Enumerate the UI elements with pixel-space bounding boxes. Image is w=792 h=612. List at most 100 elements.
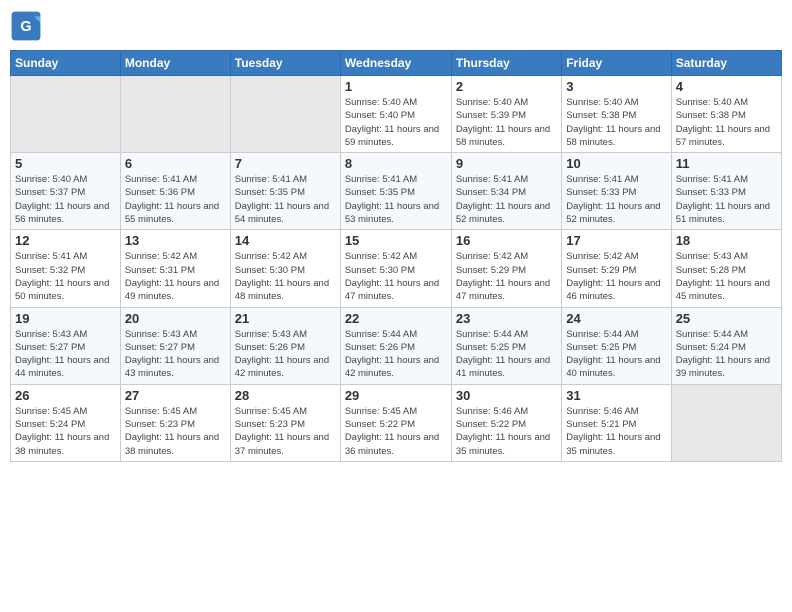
day-number: 22 <box>345 311 447 326</box>
calendar-cell: 27 Sunrise: 5:45 AM Sunset: 5:23 PM Dayli… <box>120 384 230 461</box>
day-number: 12 <box>15 233 116 248</box>
day-number: 27 <box>125 388 226 403</box>
calendar-cell: 23 Sunrise: 5:44 AM Sunset: 5:25 PM Dayli… <box>451 307 561 384</box>
calendar-cell: 5 Sunrise: 5:40 AM Sunset: 5:37 PM Daylig… <box>11 153 121 230</box>
day-number: 4 <box>676 79 777 94</box>
day-info: Sunrise: 5:45 AM Sunset: 5:23 PM Dayligh… <box>125 405 226 458</box>
logo-icon: G <box>10 10 42 42</box>
calendar-cell: 29Sunrise: 5:45 AM Sunset: 5:22 PM Dayli… <box>340 384 451 461</box>
day-number: 17 <box>566 233 666 248</box>
day-info: Sunrise: 5:40 AM Sunset: 5:37 PM Dayligh… <box>15 173 116 226</box>
day-info: Sunrise: 5:40 AM Sunset: 5:38 PM Dayligh… <box>676 96 777 149</box>
calendar-week-4: 19 Sunrise: 5:43 AM Sunset: 5:27 PM Dayli… <box>11 307 782 384</box>
day-number: 14 <box>235 233 336 248</box>
day-number: 1 <box>345 79 447 94</box>
calendar-table: SundayMondayTuesdayWednesdayThursdayFrid… <box>10 50 782 462</box>
day-number: 3 <box>566 79 666 94</box>
calendar-week-2: 5 Sunrise: 5:40 AM Sunset: 5:37 PM Daylig… <box>11 153 782 230</box>
day-number: 15 <box>345 233 447 248</box>
logo: G <box>10 10 46 42</box>
day-info: Sunrise: 5:40 AM Sunset: 5:39 PM Dayligh… <box>456 96 557 149</box>
day-info: Sunrise: 5:40 AM Sunset: 5:40 PM Dayligh… <box>345 96 447 149</box>
calendar-cell: 15 Sunrise: 5:42 AM Sunset: 5:30 PM Dayli… <box>340 230 451 307</box>
day-info: Sunrise: 5:43 AM Sunset: 5:26 PM Dayligh… <box>235 328 336 381</box>
calendar-header-monday: Monday <box>120 51 230 76</box>
calendar-cell <box>671 384 781 461</box>
calendar-week-5: 26 Sunrise: 5:45 AM Sunset: 5:24 PM Dayli… <box>11 384 782 461</box>
calendar-cell: 20 Sunrise: 5:43 AM Sunset: 5:27 PM Dayli… <box>120 307 230 384</box>
day-number: 19 <box>15 311 116 326</box>
header: G <box>10 10 782 42</box>
day-info: Sunrise: 5:43 AM Sunset: 5:27 PM Dayligh… <box>15 328 116 381</box>
day-number: 26 <box>15 388 116 403</box>
day-number: 6 <box>125 156 226 171</box>
day-number: 18 <box>676 233 777 248</box>
day-number: 5 <box>15 156 116 171</box>
day-info: Sunrise: 5:41 AM Sunset: 5:35 PM Dayligh… <box>345 173 447 226</box>
calendar-cell: 14 Sunrise: 5:42 AM Sunset: 5:30 PM Dayli… <box>230 230 340 307</box>
day-number: 13 <box>125 233 226 248</box>
calendar-cell <box>230 76 340 153</box>
calendar-cell: 31Sunrise: 5:46 AM Sunset: 5:21 PM Dayli… <box>562 384 671 461</box>
day-number: 16 <box>456 233 557 248</box>
day-info: Sunrise: 5:44 AM Sunset: 5:24 PM Dayligh… <box>676 328 777 381</box>
calendar-header-saturday: Saturday <box>671 51 781 76</box>
day-info: Sunrise: 5:41 AM Sunset: 5:36 PM Dayligh… <box>125 173 226 226</box>
day-info: Sunrise: 5:41 AM Sunset: 5:35 PM Dayligh… <box>235 173 336 226</box>
day-number: 10 <box>566 156 666 171</box>
calendar-cell: 19 Sunrise: 5:43 AM Sunset: 5:27 PM Dayli… <box>11 307 121 384</box>
day-info: Sunrise: 5:45 AM Sunset: 5:23 PM Dayligh… <box>235 405 336 458</box>
day-info: Sunrise: 5:44 AM Sunset: 5:26 PM Dayligh… <box>345 328 447 381</box>
day-number: 11 <box>676 156 777 171</box>
day-number: 2 <box>456 79 557 94</box>
calendar-cell: 13 Sunrise: 5:42 AM Sunset: 5:31 PM Dayli… <box>120 230 230 307</box>
day-info: Sunrise: 5:46 AM Sunset: 5:22 PM Dayligh… <box>456 405 557 458</box>
page: G SundayMondayTuesdayWednesdayThursdayFr… <box>0 0 792 612</box>
calendar-cell: 9Sunrise: 5:41 AM Sunset: 5:34 PM Daylig… <box>451 153 561 230</box>
day-info: Sunrise: 5:45 AM Sunset: 5:22 PM Dayligh… <box>345 405 447 458</box>
day-info: Sunrise: 5:42 AM Sunset: 5:30 PM Dayligh… <box>345 250 447 303</box>
calendar-cell: 11Sunrise: 5:41 AM Sunset: 5:33 PM Dayli… <box>671 153 781 230</box>
day-number: 28 <box>235 388 336 403</box>
day-info: Sunrise: 5:44 AM Sunset: 5:25 PM Dayligh… <box>456 328 557 381</box>
day-number: 30 <box>456 388 557 403</box>
calendar-cell: 7Sunrise: 5:41 AM Sunset: 5:35 PM Daylig… <box>230 153 340 230</box>
calendar-cell: 28 Sunrise: 5:45 AM Sunset: 5:23 PM Dayli… <box>230 384 340 461</box>
day-number: 23 <box>456 311 557 326</box>
day-info: Sunrise: 5:41 AM Sunset: 5:33 PM Dayligh… <box>566 173 666 226</box>
svg-text:G: G <box>20 19 31 35</box>
day-number: 8 <box>345 156 447 171</box>
calendar-cell: 12 Sunrise: 5:41 AM Sunset: 5:32 PM Dayli… <box>11 230 121 307</box>
calendar-cell: 3 Sunrise: 5:40 AM Sunset: 5:38 PM Daylig… <box>562 76 671 153</box>
day-info: Sunrise: 5:43 AM Sunset: 5:27 PM Dayligh… <box>125 328 226 381</box>
calendar-header-friday: Friday <box>562 51 671 76</box>
day-number: 24 <box>566 311 666 326</box>
calendar-header-row: SundayMondayTuesdayWednesdayThursdayFrid… <box>11 51 782 76</box>
day-number: 21 <box>235 311 336 326</box>
day-info: Sunrise: 5:42 AM Sunset: 5:31 PM Dayligh… <box>125 250 226 303</box>
calendar-cell: 10 Sunrise: 5:41 AM Sunset: 5:33 PM Dayli… <box>562 153 671 230</box>
day-info: Sunrise: 5:41 AM Sunset: 5:34 PM Dayligh… <box>456 173 557 226</box>
calendar-cell <box>120 76 230 153</box>
calendar-cell: 6 Sunrise: 5:41 AM Sunset: 5:36 PM Daylig… <box>120 153 230 230</box>
calendar-cell: 24 Sunrise: 5:44 AM Sunset: 5:25 PM Dayli… <box>562 307 671 384</box>
day-info: Sunrise: 5:41 AM Sunset: 5:32 PM Dayligh… <box>15 250 116 303</box>
calendar-cell: 18Sunrise: 5:43 AM Sunset: 5:28 PM Dayli… <box>671 230 781 307</box>
day-info: Sunrise: 5:46 AM Sunset: 5:21 PM Dayligh… <box>566 405 666 458</box>
calendar-cell <box>11 76 121 153</box>
day-info: Sunrise: 5:42 AM Sunset: 5:30 PM Dayligh… <box>235 250 336 303</box>
calendar-cell: 25Sunrise: 5:44 AM Sunset: 5:24 PM Dayli… <box>671 307 781 384</box>
day-number: 20 <box>125 311 226 326</box>
calendar-header-tuesday: Tuesday <box>230 51 340 76</box>
day-info: Sunrise: 5:42 AM Sunset: 5:29 PM Dayligh… <box>456 250 557 303</box>
calendar-cell: 26 Sunrise: 5:45 AM Sunset: 5:24 PM Dayli… <box>11 384 121 461</box>
day-info: Sunrise: 5:44 AM Sunset: 5:25 PM Dayligh… <box>566 328 666 381</box>
calendar-cell: 22 Sunrise: 5:44 AM Sunset: 5:26 PM Dayli… <box>340 307 451 384</box>
calendar-cell: 30 Sunrise: 5:46 AM Sunset: 5:22 PM Dayli… <box>451 384 561 461</box>
calendar-cell: 17Sunrise: 5:42 AM Sunset: 5:29 PM Dayli… <box>562 230 671 307</box>
calendar-cell: 1 Sunrise: 5:40 AM Sunset: 5:40 PM Daylig… <box>340 76 451 153</box>
day-info: Sunrise: 5:45 AM Sunset: 5:24 PM Dayligh… <box>15 405 116 458</box>
calendar-cell: 4 Sunrise: 5:40 AM Sunset: 5:38 PM Daylig… <box>671 76 781 153</box>
day-info: Sunrise: 5:40 AM Sunset: 5:38 PM Dayligh… <box>566 96 666 149</box>
calendar-header-wednesday: Wednesday <box>340 51 451 76</box>
